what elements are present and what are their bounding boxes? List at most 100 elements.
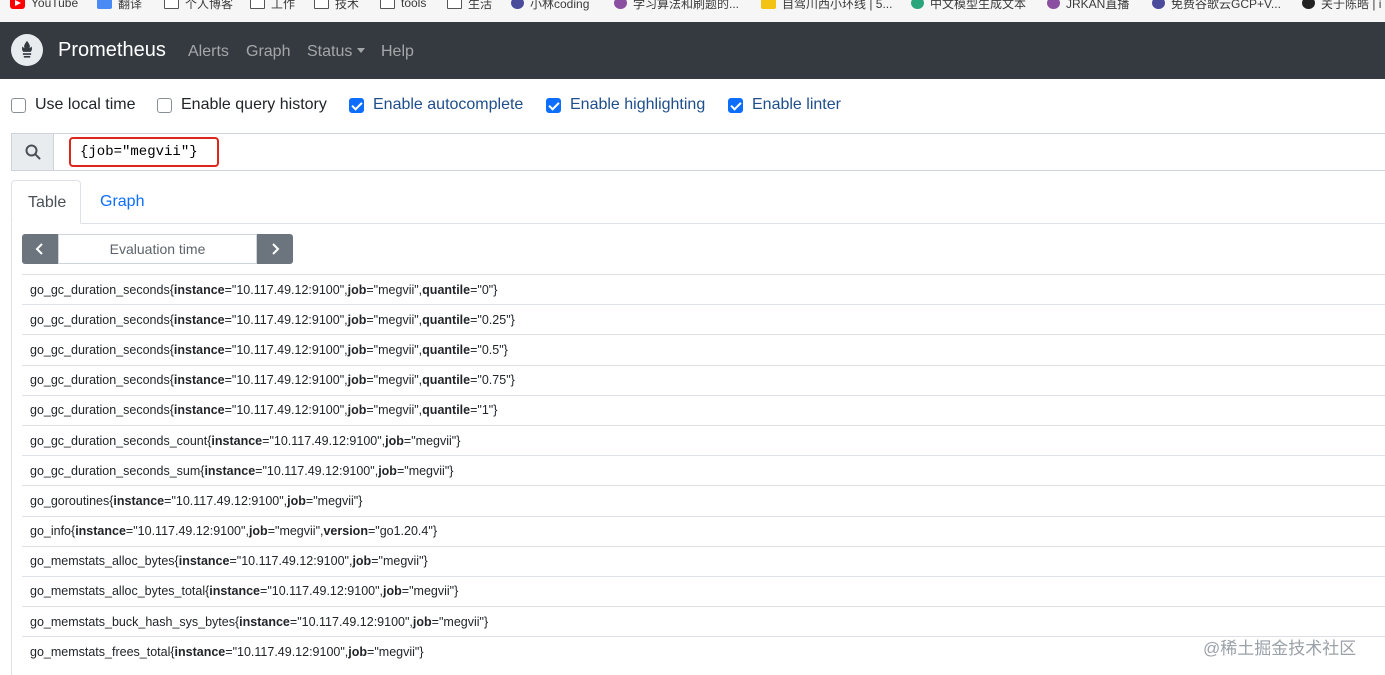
metric-name: go_gc_duration_seconds_sum [30,463,201,478]
table-row: go_gc_duration_seconds_count{instance =" 1… [22,424,1385,455]
table-row: go_gc_duration_seconds{instance =" 10.117.… [22,334,1385,364]
bookmark-chenhao[interactable]: 关于陈皓 | i [1302,0,1381,11]
label-key: instance [113,493,165,508]
linter-checkbox[interactable] [728,97,743,113]
evaluation-time-control: Evaluation time [22,234,293,264]
bookmark-life[interactable]: 生活 [447,0,492,11]
brand-title[interactable]: Prometheus [58,39,166,62]
table-row: go_goroutines{instance =" 10.117.49.12:910… [22,485,1385,515]
label-key: instance [174,644,226,659]
label-value: megvii [415,433,452,448]
label-key: instance [173,312,225,327]
bookmark-gcp[interactable]: 免费谷歌云GCP+V... [1152,0,1281,11]
bookmark-xiaolin[interactable]: 小林coding [511,0,589,11]
query-input[interactable]: {job="megvii"} [69,137,219,167]
bookmark-youtube[interactable]: YouTube [10,0,78,11]
folder-icon [250,0,265,9]
metric-name: go_gc_duration_seconds [30,312,170,327]
metric-name: go_info [30,524,72,539]
label-key: quantile [422,282,471,297]
table-row: go_info{instance =" 10.117.49.12:9100 ", jo… [22,515,1385,546]
search-button[interactable] [12,134,54,170]
label-key: instance [209,584,261,599]
label-value: 0.75 [481,373,507,388]
tab-graph[interactable]: Graph [84,180,160,224]
folder-icon [314,0,329,9]
label-key: job [287,493,306,508]
label-value: megvii [378,282,415,297]
highlighting-checkbox[interactable] [546,97,561,113]
evaluation-time-input[interactable]: Evaluation time [58,234,257,264]
metric-name: go_goroutines [30,493,110,508]
label-value: megvii [408,463,445,478]
option-label: Enable query history [181,96,327,113]
site-icon [1302,0,1315,9]
site-icon [1152,0,1165,9]
label-key: quantile [422,373,471,388]
label-key: job [347,373,367,388]
label-key: job [347,282,367,297]
label-key: job [347,403,367,418]
bookmark-algo[interactable]: 学习算法和刷题的... [614,0,739,11]
label-key: job [248,524,268,539]
label-value: megvii [443,614,480,629]
previous-time-button[interactable] [22,234,58,264]
label-key: job [383,584,402,599]
label-key: job [412,614,432,629]
site-icon [511,0,524,9]
table-row: go_gc_duration_seconds_sum{instance =" 10.… [22,455,1385,485]
chevron-left-icon [35,243,43,255]
label-key: instance [204,463,256,478]
bookmark-travel[interactable]: 自驾川西小环线 | 5... [761,0,892,11]
query-history-checkbox[interactable] [157,97,172,113]
use-local-time-checkbox[interactable] [11,97,26,113]
bookmark-tools[interactable]: tools [380,0,426,11]
label-key: instance [173,282,225,297]
next-time-button[interactable] [257,234,293,264]
tab-table[interactable]: Table [11,180,81,224]
bookmark-blog[interactable]: 个人博客 [164,0,233,11]
option-autocomplete[interactable]: Enable autocomplete [349,96,523,114]
nav-graph[interactable]: Graph [246,43,290,61]
prometheus-logo-icon[interactable] [11,34,43,66]
option-query-history[interactable]: Enable query history [157,96,327,114]
table-row: go_memstats_alloc_bytes_total{instance ="… [22,575,1385,606]
label-value: go1.20.4 [379,524,429,539]
label-value: megvii [378,373,415,388]
chevron-right-icon [272,243,280,255]
bookmark-openai[interactable]: 中文模型生成文本 [911,0,1026,11]
label-key: instance [173,342,225,357]
option-highlighting[interactable]: Enable highlighting [546,96,705,114]
label-key: instance [239,614,290,629]
label-value: 0.5 [481,342,500,357]
autocomplete-checkbox[interactable] [349,97,364,113]
label-value: megvii [413,584,450,599]
label-key: instance [178,554,230,569]
nav-alerts[interactable]: Alerts [188,43,229,61]
bookmark-work[interactable]: 工作 [250,0,295,11]
table-row: go_memstats_buck_hash_sys_bytes{instance… [22,606,1385,636]
nav-help[interactable]: Help [381,43,414,61]
label-value: 10.117.49.12:9100 [271,584,376,599]
nav-status[interactable]: Status [307,43,366,61]
label-value: megvii [378,342,415,357]
site-icon [1047,0,1060,9]
option-label: Enable highlighting [570,96,706,113]
bookmark-translate[interactable]: 翻译 [97,0,142,11]
table-row: go_memstats_alloc_bytes{instance =" 10.117… [22,545,1385,576]
option-label: Use local time [35,96,136,113]
label-value: megvii [378,644,415,659]
option-linter[interactable]: Enable linter [728,96,841,114]
bookmark-jrkan[interactable]: JRKAN直播 [1047,0,1129,11]
option-use-local-time[interactable]: Use local time [11,96,135,114]
label-key: instance [173,403,225,418]
metric-name: go_memstats_frees_total [30,644,171,659]
bookmarks-bar: YouTube 翻译 个人博客 工作 技术 tools 生活 小林coding … [0,0,1385,22]
openai-icon [911,0,924,9]
bookmark-tech[interactable]: 技术 [314,0,359,11]
chevron-down-icon [357,48,366,53]
label-value: 10.117.49.12:9100 [236,373,340,388]
label-value: 10.117.49.12:9100 [236,282,340,297]
translate-icon [97,0,112,9]
label-value: megvii [279,524,316,539]
